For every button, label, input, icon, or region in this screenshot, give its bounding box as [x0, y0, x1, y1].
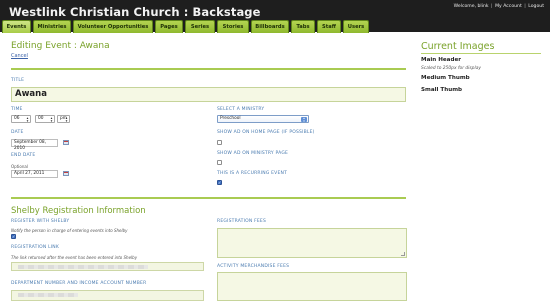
- tab-pages[interactable]: Pages: [155, 20, 183, 33]
- ampm-select[interactable]: pm ▴ ▾: [57, 115, 70, 123]
- shelby-heading: Shelby Registration Information: [11, 206, 146, 216]
- welcome-text: Welcome, blink: [453, 4, 489, 9]
- cancel-link[interactable]: Cancel: [11, 53, 28, 59]
- time-label: Time: [11, 107, 23, 112]
- title-input[interactable]: Awana: [11, 87, 406, 102]
- chevron-down-icon: ▴ ▾: [301, 117, 307, 123]
- page-title: Editing Event : Awana: [11, 41, 110, 51]
- tab-staff[interactable]: Staff: [317, 20, 341, 33]
- tab-ministries[interactable]: Ministries: [33, 20, 71, 33]
- main-nav: Events Ministries Volunteer Opportunitie…: [2, 20, 371, 33]
- section-divider: [11, 68, 406, 70]
- end-date-note: Optional: [11, 164, 28, 169]
- merch-fees-label: Activity Merchandise Fees: [217, 264, 290, 269]
- my-account-link[interactable]: My Account: [495, 4, 522, 9]
- dept-number-label: Department Number and Income Account Num…: [11, 281, 147, 286]
- title-label: Title: [11, 78, 25, 83]
- tab-tabs[interactable]: Tabs: [291, 20, 315, 33]
- chevron-down-icon: ▴ ▾: [26, 116, 29, 123]
- merch-fees-textarea[interactable]: [217, 272, 407, 301]
- current-images-title: Current Images: [421, 41, 495, 52]
- registration-fees-label: Registration Fees: [217, 219, 267, 224]
- register-note: Notify the person in charge of entering …: [11, 228, 128, 233]
- register-label: Register with Shelby: [11, 219, 70, 224]
- chevron-down-icon: ▴ ▾: [65, 116, 68, 123]
- sidebar-divider: [421, 53, 541, 54]
- show-home-label: Show ad on home page (if possible): [217, 130, 315, 135]
- tab-users[interactable]: Users: [343, 20, 369, 33]
- registration-link-input[interactable]: [11, 262, 204, 271]
- recurring-checkbox[interactable]: [217, 180, 222, 185]
- resize-grip-icon[interactable]: [401, 252, 405, 256]
- chevron-down-icon: ▴ ▾: [50, 116, 53, 123]
- tab-series[interactable]: Series: [185, 20, 215, 33]
- hour-select[interactable]: 06 ▴ ▾: [11, 115, 31, 123]
- end-date-input[interactable]: April 27, 2011: [11, 170, 58, 178]
- end-date-label: End Date: [11, 153, 36, 158]
- main-header-label: Main Header: [421, 57, 461, 63]
- register-checkbox[interactable]: [11, 234, 16, 239]
- dept-number-input[interactable]: [11, 290, 204, 301]
- registration-link-note: The link returned after the event has be…: [11, 255, 138, 260]
- show-ministry-label: Show ad on ministry page: [217, 151, 289, 156]
- top-bar: Westlink Christian Church : Backstage We…: [0, 0, 550, 33]
- calendar-icon[interactable]: [63, 140, 69, 145]
- minute-select[interactable]: 00 ▴ ▾: [35, 115, 55, 123]
- account-links: Welcome, blink | My Account | Logout: [453, 4, 544, 9]
- recurring-label: This is a recurring event: [217, 171, 288, 176]
- ministry-label: Select a Ministry: [217, 107, 265, 112]
- registration-link-label: Registration Link: [11, 245, 60, 250]
- ministry-select[interactable]: Preschool ▴ ▾: [217, 115, 309, 123]
- main-header-note: Scaled to 250px for display: [421, 66, 481, 71]
- tab-volunteer-opportunities[interactable]: Volunteer Opportunities: [73, 20, 153, 33]
- medium-thumb-label: Medium Thumb: [421, 75, 470, 81]
- logout-link[interactable]: Logout: [528, 4, 544, 9]
- date-label: Date: [11, 130, 24, 135]
- date-input[interactable]: September 08, 2010: [11, 139, 58, 151]
- tab-events[interactable]: Events: [2, 20, 31, 33]
- show-home-checkbox[interactable]: [217, 140, 222, 145]
- site-title: Westlink Christian Church : Backstage: [9, 5, 261, 19]
- section-divider: [11, 197, 406, 199]
- tab-stories[interactable]: Stories: [217, 20, 249, 33]
- show-ministry-checkbox[interactable]: [217, 160, 222, 165]
- tab-billboards[interactable]: Billboards: [251, 20, 289, 33]
- calendar-icon[interactable]: [63, 171, 69, 176]
- registration-fees-textarea[interactable]: [217, 228, 407, 258]
- small-thumb-label: Small Thumb: [421, 87, 463, 93]
